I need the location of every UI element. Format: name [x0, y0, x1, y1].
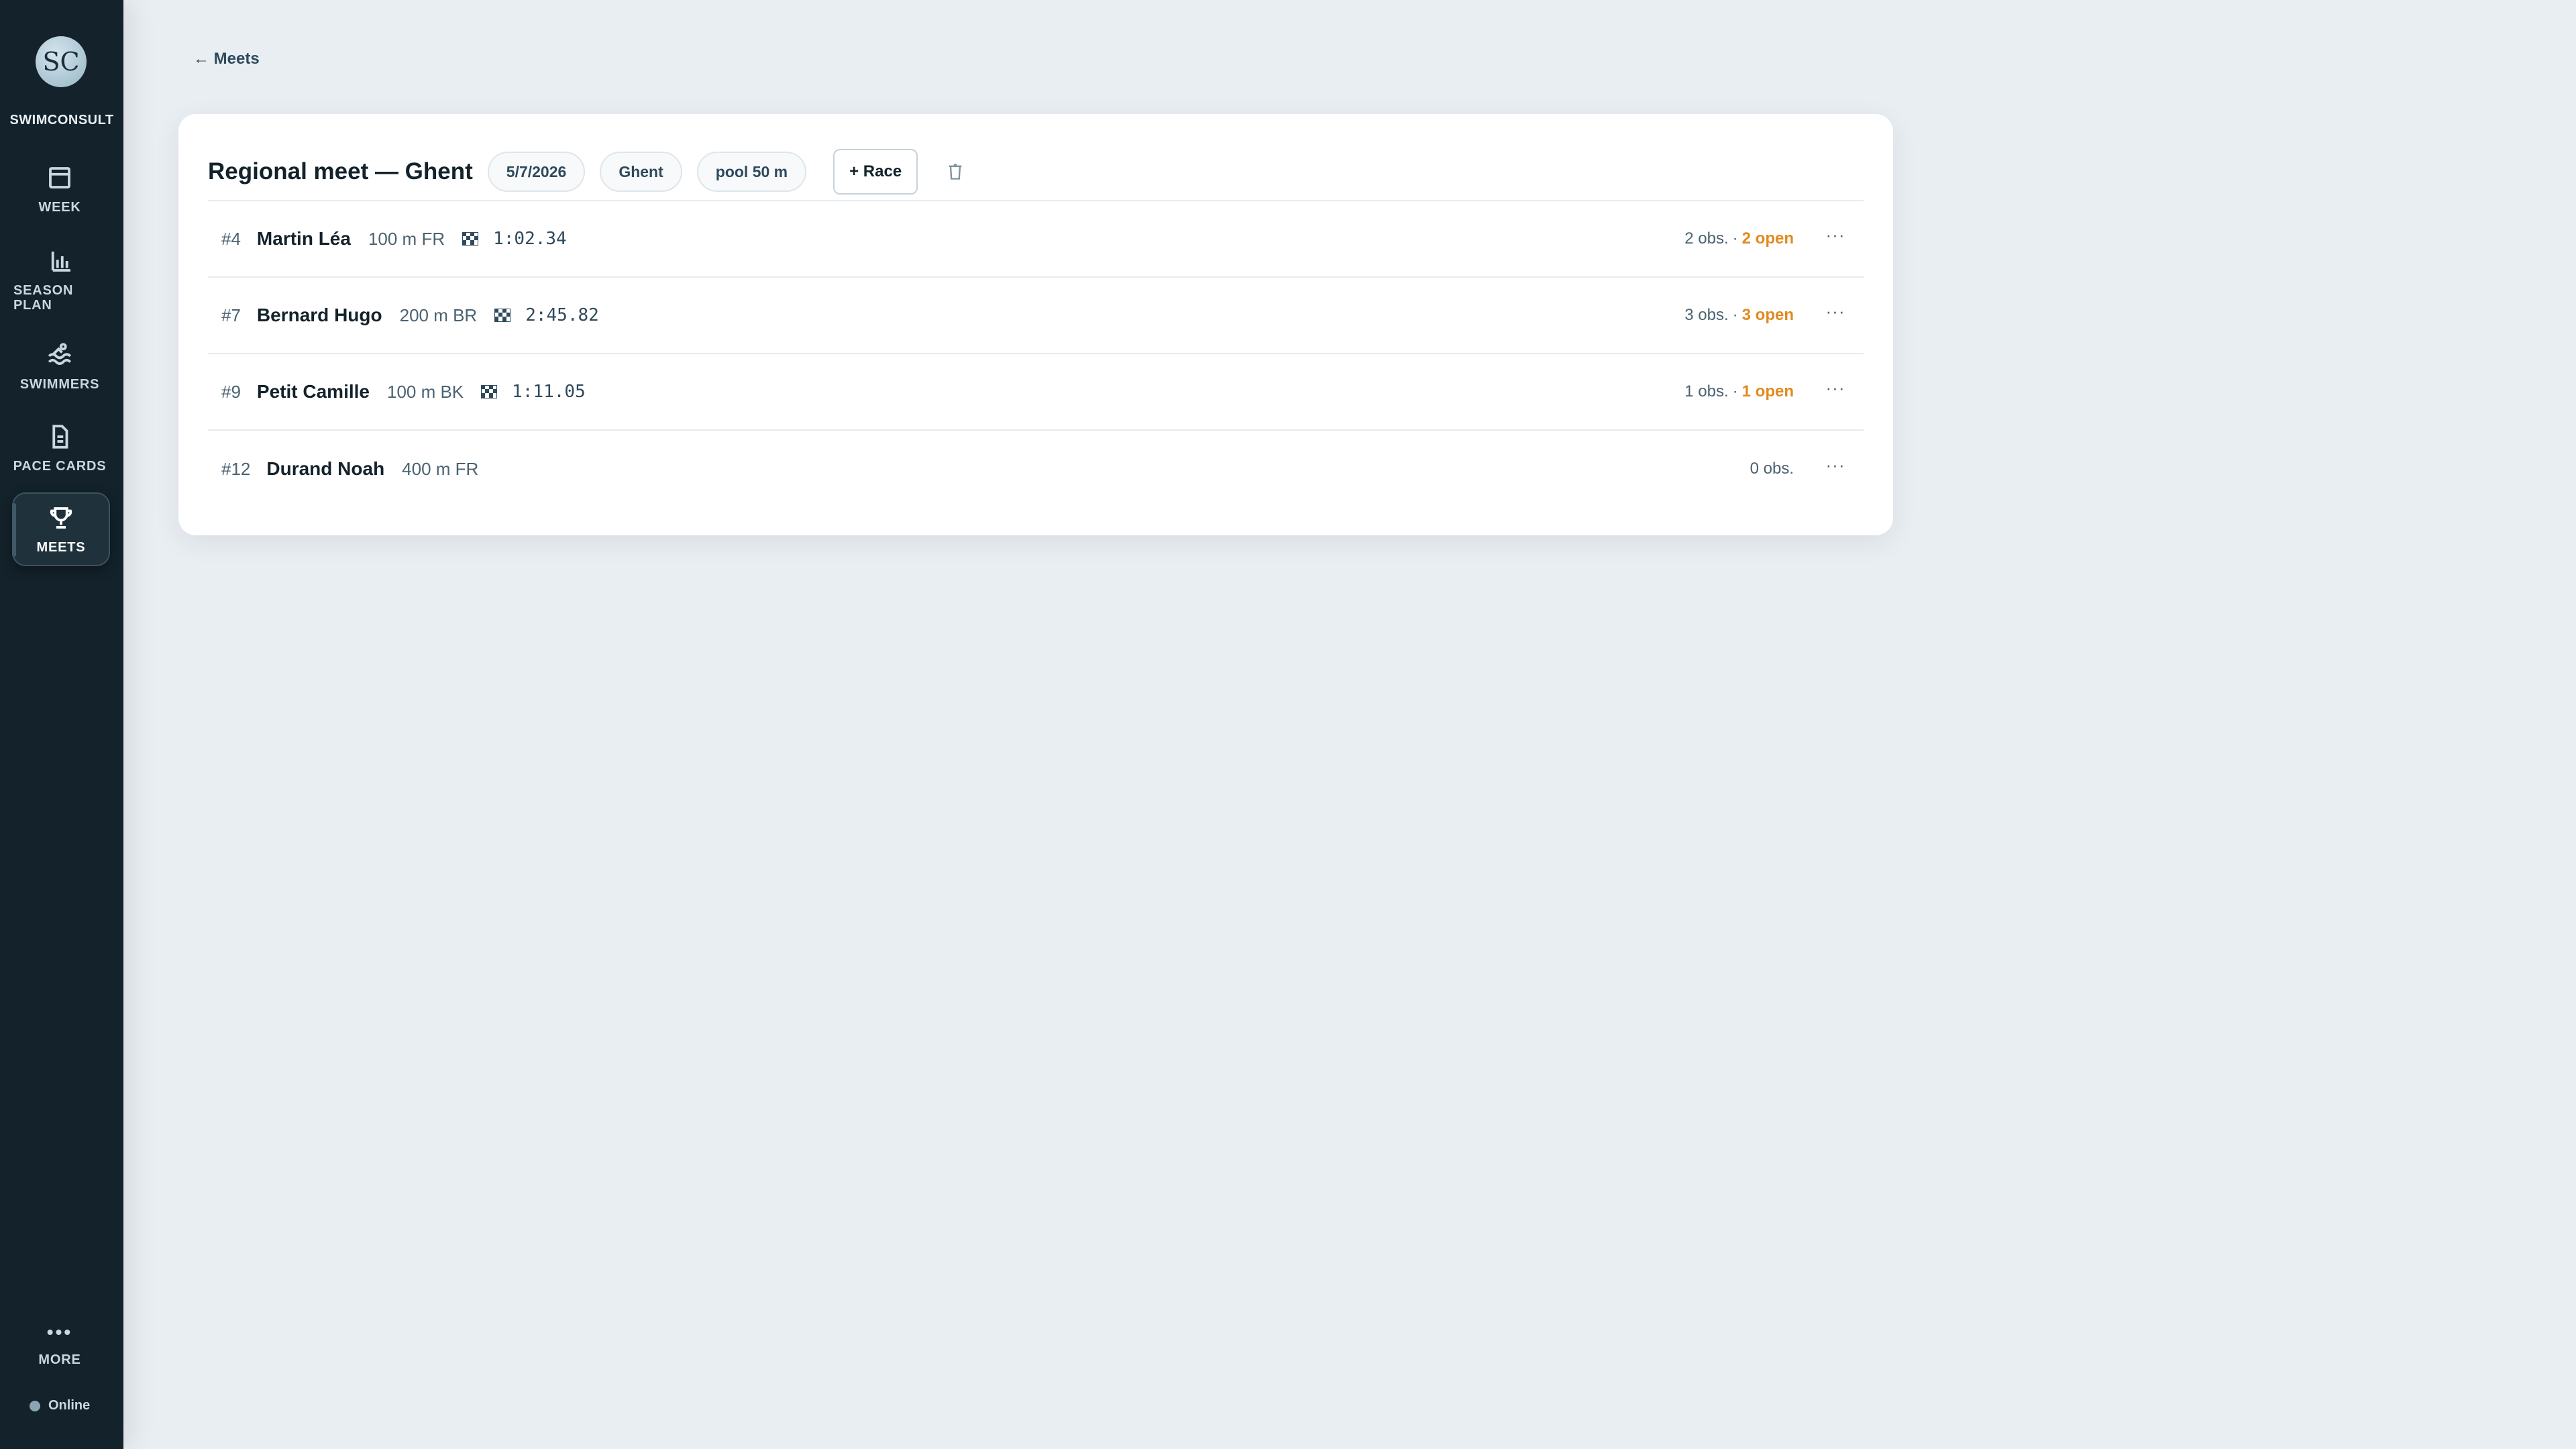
- nav-pace-cards[interactable]: PACE CARDS: [9, 423, 110, 476]
- race-row[interactable]: #12 Durand Noah 400 m FR 0 obs. ···: [208, 431, 1864, 507]
- race-time: 1:02.34: [493, 229, 567, 249]
- document-icon: [52, 425, 68, 449]
- row-menu-button[interactable]: ···: [1822, 379, 1849, 396]
- meet-header: Regional meet — Ghent 5/7/2026 Ghent poo…: [208, 144, 1864, 201]
- nav-week[interactable]: WEEK: [9, 164, 110, 221]
- nav-season-plan[interactable]: SEASON PLAN: [9, 247, 110, 314]
- observation-count: 2 obs.: [1684, 229, 1729, 248]
- trash-icon: [949, 164, 962, 180]
- meet-pool-chip[interactable]: pool 50 m: [696, 152, 807, 192]
- meet-location-chip[interactable]: Ghent: [600, 152, 682, 192]
- race-time: 1:11.05: [512, 382, 586, 402]
- race-time: 2:45.82: [525, 305, 599, 325]
- nav-pace-cards-label: PACE CARDS: [13, 459, 107, 474]
- checkered-flag-icon: [481, 385, 498, 398]
- race-bib: #4: [221, 228, 241, 249]
- race-list: #4 Martin Léa 100 m FR 1:02.34 2 obs. · …: [208, 201, 1864, 507]
- separator: ·: [1732, 382, 1738, 400]
- connection-status: Online: [30, 1398, 90, 1413]
- checkered-flag-icon: [462, 232, 479, 246]
- nav-meets[interactable]: MEETS: [12, 492, 110, 566]
- swimmer-name: Petit Camille: [256, 381, 370, 402]
- race-event: 400 m FR: [402, 458, 479, 479]
- swimmer-name: Bernard Hugo: [256, 305, 382, 325]
- meet-date-chip[interactable]: 5/7/2026: [487, 152, 586, 192]
- brand-name: SWIMCONSULT: [9, 113, 114, 127]
- race-row[interactable]: #4 Martin Léa 100 m FR 1:02.34 2 obs. · …: [208, 201, 1864, 278]
- observation-count: 3 obs.: [1684, 306, 1729, 324]
- nav-season-plan-label: SEASON PLAN: [13, 283, 74, 313]
- race-bib: #9: [221, 381, 241, 402]
- meet-title: Regional meet — Ghent: [208, 158, 473, 184]
- race-bib: #12: [221, 458, 251, 479]
- open-count: 2 open: [1741, 229, 1794, 248]
- nav-more-label: MORE: [38, 1352, 81, 1367]
- calendar-icon: [49, 167, 70, 189]
- nav-more[interactable]: ••• MORE: [9, 1322, 110, 1373]
- status-label: Online: [48, 1398, 91, 1413]
- back-to-meets-link[interactable]: ← Meets: [193, 50, 260, 68]
- nav-swimmers[interactable]: SWIMMERS: [9, 341, 110, 394]
- open-count: 3 open: [1741, 306, 1794, 324]
- bar-chart-icon: [51, 252, 70, 272]
- sidebar: SC SWIMCONSULT WEEK SEASON PLAN SWIMMERS…: [0, 0, 123, 1449]
- delete-meet-button[interactable]: [946, 162, 965, 182]
- logo[interactable]: SC: [36, 36, 87, 87]
- separator: ·: [1732, 306, 1738, 324]
- separator: ·: [1732, 229, 1738, 248]
- nav-week-label: WEEK: [38, 200, 81, 215]
- row-menu-button[interactable]: ···: [1822, 226, 1849, 244]
- race-event: 200 m BR: [399, 305, 478, 325]
- nav-swimmers-label: SWIMMERS: [19, 377, 100, 392]
- open-count: 1 open: [1741, 382, 1794, 400]
- status-dot-icon: [30, 1400, 40, 1411]
- more-dots-icon: •••: [46, 1322, 73, 1342]
- trophy-icon: [50, 506, 72, 529]
- nav-meets-label: MEETS: [36, 539, 86, 555]
- observation-count: 1 obs.: [1684, 382, 1729, 400]
- meet-card: Regional meet — Ghent 5/7/2026 Ghent poo…: [178, 114, 1893, 535]
- race-event: 100 m FR: [368, 228, 445, 249]
- swimmer-icon: [48, 343, 72, 366]
- add-race-button[interactable]: + Race: [833, 149, 918, 195]
- race-row[interactable]: #7 Bernard Hugo 200 m BR 2:45.82 3 obs. …: [208, 278, 1864, 354]
- race-bib: #7: [221, 305, 241, 325]
- row-menu-button[interactable]: ···: [1822, 303, 1849, 320]
- swimmer-name: Martin Léa: [256, 228, 351, 249]
- row-menu-button[interactable]: ···: [1822, 456, 1849, 474]
- race-row[interactable]: #9 Petit Camille 100 m BK 1:11.05 1 obs.…: [208, 354, 1864, 431]
- checkered-flag-icon: [494, 309, 511, 322]
- observation-count: 0 obs.: [1750, 460, 1794, 478]
- swimmer-name: Durand Noah: [266, 458, 385, 479]
- race-event: 100 m BK: [386, 381, 464, 402]
